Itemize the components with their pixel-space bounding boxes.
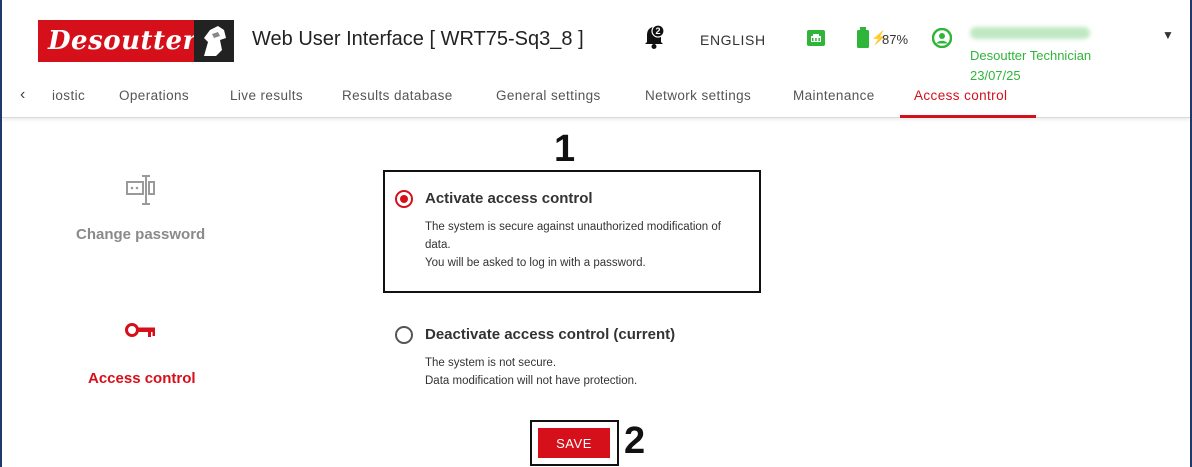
notification-bell-icon[interactable]: 2 bbox=[643, 24, 665, 50]
activate-desc-line-1: The system is secure against unauthorize… bbox=[425, 221, 721, 233]
tab-live-results[interactable]: Live results bbox=[230, 88, 303, 103]
desoutter-logo[interactable]: Desoutter bbox=[38, 20, 234, 62]
password-field-icon bbox=[126, 172, 156, 208]
notification-count: 2 bbox=[655, 26, 660, 36]
deactivate-option-title: Deactivate access control (current) bbox=[425, 326, 676, 343]
brand-name: Desoutter bbox=[48, 26, 197, 56]
deactivate-desc-line-1: The system is not secure. bbox=[425, 357, 557, 369]
network-icon bbox=[806, 28, 826, 48]
tab-diagnostic[interactable]: iostic bbox=[52, 88, 85, 103]
app-title: Web User Interface [ WRT75-Sq3_8 ] bbox=[252, 28, 584, 50]
battery-percent: 87% bbox=[882, 32, 909, 47]
save-button[interactable]: SAVE bbox=[538, 428, 610, 458]
key-icon bbox=[125, 320, 157, 340]
change-password-label: Change password bbox=[76, 226, 206, 243]
user-date: 23/07/25 bbox=[970, 68, 1021, 83]
battery-icon bbox=[856, 27, 870, 49]
deactivate-radio-button[interactable] bbox=[395, 326, 413, 344]
deactivate-option-description: The system is not secure. Data modificat… bbox=[425, 354, 755, 390]
tab-operations[interactable]: Operations bbox=[119, 88, 189, 103]
active-tab-indicator bbox=[900, 115, 1036, 118]
activate-option-description: The system is secure against unauthorize… bbox=[425, 218, 755, 272]
annotation-number-2: 2 bbox=[624, 420, 646, 462]
tab-access-control[interactable]: Access control bbox=[914, 88, 1007, 103]
user-menu-dropdown-icon[interactable]: ▼ bbox=[1162, 28, 1174, 42]
user-role: Desoutter Technician bbox=[970, 48, 1092, 63]
tab-maintenance[interactable]: Maintenance bbox=[793, 88, 875, 103]
user-account-icon[interactable] bbox=[931, 27, 953, 49]
activate-radio-button[interactable] bbox=[395, 190, 413, 208]
deactivate-desc-line-2: Data modification will not have protecti… bbox=[425, 375, 638, 387]
language-selector[interactable]: ENGLISH bbox=[700, 32, 766, 48]
tab-bar: ‹ iostic Operations Live results Results… bbox=[2, 84, 1190, 118]
activate-desc-line-2: data. bbox=[425, 239, 451, 251]
annotation-number-1: 1 bbox=[554, 128, 576, 170]
access-control-label: Access control bbox=[88, 370, 196, 387]
activate-option-title: Activate access control bbox=[425, 190, 593, 207]
horse-logo-icon bbox=[194, 20, 234, 62]
activate-desc-line-3: You will be asked to log in with a passw… bbox=[425, 257, 646, 269]
tab-network-settings[interactable]: Network settings bbox=[645, 88, 751, 103]
tab-results-database[interactable]: Results database bbox=[342, 88, 453, 103]
user-name-redacted bbox=[970, 27, 1090, 39]
tab-general-settings[interactable]: General settings bbox=[496, 88, 601, 103]
tab-scroll-left-icon[interactable]: ‹ bbox=[20, 86, 25, 104]
